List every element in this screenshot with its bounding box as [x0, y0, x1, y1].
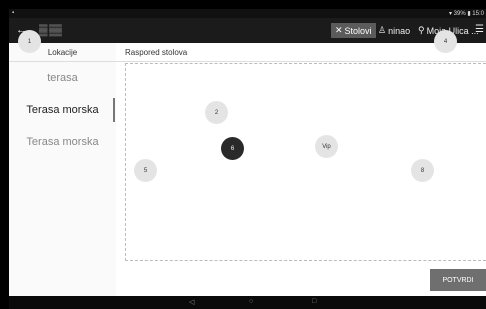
locations-sidebar: Lokacije terasa Terasa morska Terasa mor… [9, 43, 116, 296]
panel-title: Raspored stolova [116, 43, 486, 62]
sidebar-item-terasa-morska[interactable]: Terasa morska [9, 94, 116, 126]
app-logo: ▒▒ ▒▒▒ ▒▒ ▒▒▒ [39, 25, 62, 37]
sidebar-item-terasa-morska-2[interactable]: Terasa morska [9, 126, 116, 158]
nav-back-icon[interactable]: ◁ [189, 298, 194, 306]
table-2[interactable]: 2 [205, 101, 228, 124]
menu-icon[interactable]: ☰ [475, 24, 484, 35]
table-4[interactable]: 4 [434, 30, 457, 53]
confirm-button[interactable]: POTVRDI [430, 269, 486, 291]
table-6[interactable]: 6 [221, 137, 244, 160]
status-bar: ▪ ▾ 39% ▮ 15:0 [9, 9, 486, 18]
person-icon: ♙ [378, 25, 387, 35]
stolovi-label: Stolovi [344, 25, 372, 36]
sidebar-item-terasa[interactable]: terasa [9, 62, 116, 94]
app-bar: ← ▒▒ ▒▒▒ ▒▒ ▒▒▒ ✕ Stolovi ♙ ninao ⚲ Moja … [9, 18, 486, 43]
table-vip[interactable]: Vip [315, 135, 338, 158]
status-info: ▾ 39% ▮ 15:0 [448, 11, 484, 17]
crossed-utensils-icon: ✕ [335, 25, 343, 35]
user-button[interactable]: ♙ ninao [378, 25, 410, 36]
table-5[interactable]: 5 [134, 159, 157, 182]
floor-plan [125, 63, 486, 261]
user-label: ninao [388, 25, 411, 36]
notification-icon: ▪ [12, 10, 15, 16]
table-1[interactable]: 1 [18, 30, 41, 53]
table-8[interactable]: 8 [411, 159, 434, 182]
nav-recent-icon[interactable]: □ [312, 298, 316, 305]
nav-home-icon[interactable]: ○ [249, 298, 253, 305]
stolovi-button[interactable]: ✕ Stolovi [331, 23, 376, 38]
location-pin-icon: ⚲ [418, 25, 425, 35]
system-nav-bar: ◁ ○ □ [9, 296, 486, 309]
